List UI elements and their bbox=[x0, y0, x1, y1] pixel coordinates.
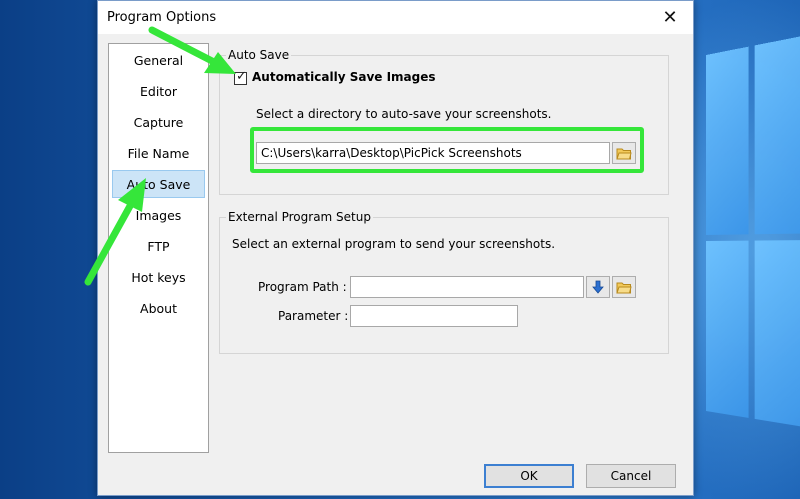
sidebar-item-label: Auto Save bbox=[127, 177, 191, 192]
auto-save-checkbox-label[interactable]: Automatically Save Images bbox=[252, 70, 436, 84]
external-program-legend: External Program Setup bbox=[226, 210, 373, 224]
sidebar-item-hot-keys[interactable]: Hot keys bbox=[112, 263, 205, 291]
external-program-description: Select an external program to send your … bbox=[232, 237, 555, 251]
sidebar-item-label: About bbox=[140, 301, 177, 316]
close-icon: ✕ bbox=[662, 7, 677, 28]
folder-icon bbox=[616, 281, 632, 294]
sidebar-item-label: File Name bbox=[128, 146, 190, 161]
sidebar-item-editor[interactable]: Editor bbox=[112, 77, 205, 105]
sidebar-item-capture[interactable]: Capture bbox=[112, 108, 205, 136]
sidebar-item-label: General bbox=[134, 53, 183, 68]
auto-save-legend: Auto Save bbox=[226, 48, 291, 62]
cancel-button[interactable]: Cancel bbox=[586, 464, 676, 488]
sidebar-divider bbox=[208, 43, 209, 453]
cancel-button-label: Cancel bbox=[611, 469, 652, 483]
arrow-down-icon bbox=[592, 280, 604, 294]
program-path-label: Program Path : bbox=[258, 280, 347, 294]
windows-logo bbox=[706, 36, 800, 464]
sidebar-item-label: Hot keys bbox=[131, 270, 185, 285]
sidebar-item-label: Capture bbox=[134, 115, 184, 130]
program-options-dialog: Program Options ✕ General Editor Capture… bbox=[97, 0, 694, 496]
sidebar-item-images[interactable]: Images bbox=[112, 201, 205, 229]
external-program-group: External Program Setup Select an externa… bbox=[219, 217, 669, 354]
auto-save-description: Select a directory to auto-save your scr… bbox=[256, 107, 551, 121]
title-bar: Program Options ✕ bbox=[98, 1, 693, 34]
ok-button-label: OK bbox=[520, 469, 537, 483]
auto-save-group: Auto Save ✓ Automatically Save Images Se… bbox=[219, 55, 669, 195]
sidebar-item-file-name[interactable]: File Name bbox=[112, 139, 205, 167]
parameter-label: Parameter : bbox=[278, 309, 348, 323]
options-sidebar: General Editor Capture File Name Auto Sa… bbox=[108, 43, 209, 453]
close-button[interactable]: ✕ bbox=[647, 1, 693, 34]
check-icon: ✓ bbox=[236, 69, 247, 84]
parameter-field[interactable] bbox=[350, 305, 518, 327]
ok-button[interactable]: OK bbox=[484, 464, 574, 488]
dialog-title: Program Options bbox=[107, 10, 216, 25]
sidebar-item-label: FTP bbox=[147, 239, 169, 254]
sidebar-item-general[interactable]: General bbox=[112, 46, 205, 74]
sidebar-item-about[interactable]: About bbox=[112, 294, 205, 322]
program-path-down-button[interactable] bbox=[586, 276, 610, 298]
directory-highlight-box bbox=[250, 127, 644, 173]
browse-program-button[interactable] bbox=[612, 276, 636, 298]
sidebar-item-ftp[interactable]: FTP bbox=[112, 232, 205, 260]
sidebar-item-auto-save[interactable]: Auto Save bbox=[112, 170, 205, 198]
sidebar-item-label: Editor bbox=[140, 84, 177, 99]
sidebar-item-label: Images bbox=[136, 208, 182, 223]
auto-save-checkbox[interactable]: ✓ bbox=[234, 72, 247, 85]
program-path-field[interactable] bbox=[350, 276, 584, 298]
